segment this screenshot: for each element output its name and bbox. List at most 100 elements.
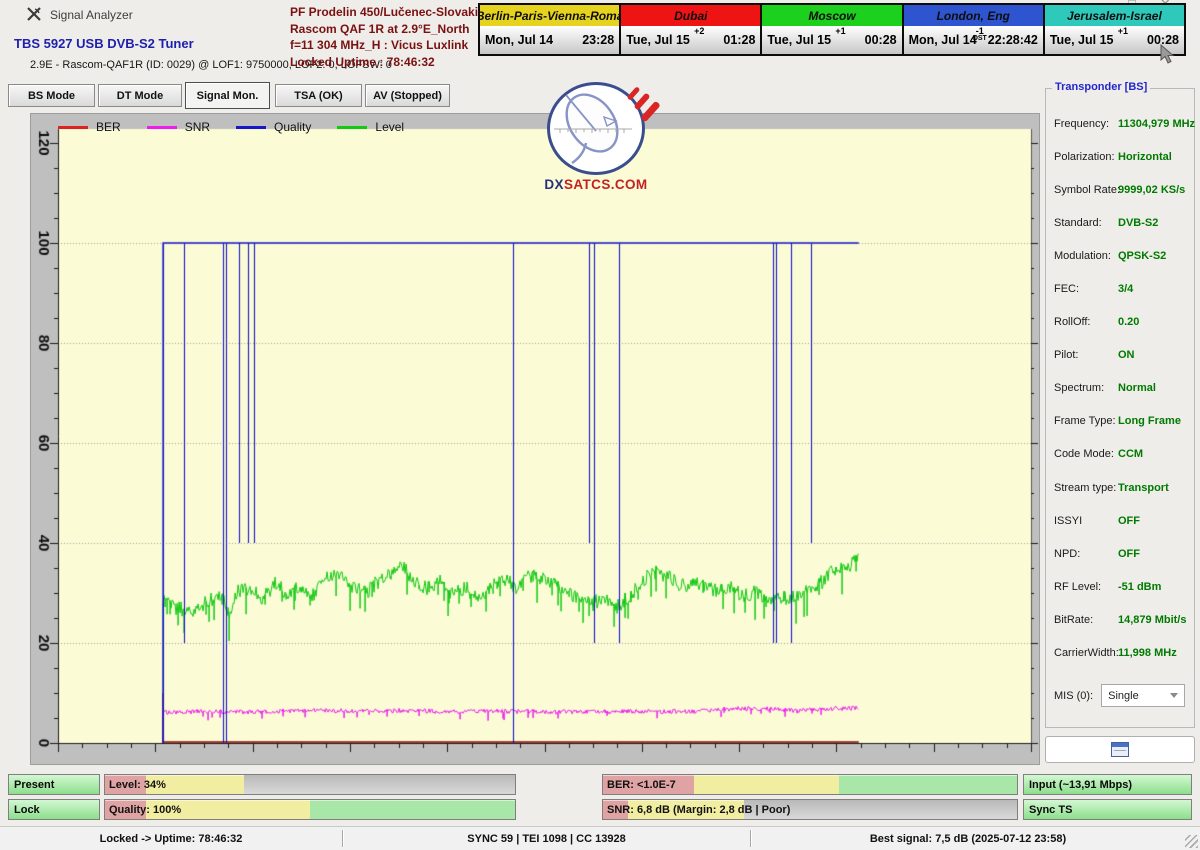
clock-utc-offset: +1 [835, 27, 845, 35]
level-progressbar-label: Level: 34% [109, 775, 166, 794]
transponder-row: Frequency: 11304,979 MHz [1054, 107, 1192, 140]
mis-label: MIS (0): [1054, 690, 1093, 702]
legend-line-swatch [58, 126, 88, 129]
window-title: Signal Analyzer [50, 8, 133, 22]
mode-tab[interactable]: TSA (OK) [275, 84, 362, 107]
transponder-row-value: 14,879 Mbit/s [1118, 614, 1186, 626]
transponder-row-label: BitRate: [1054, 614, 1118, 626]
transponder-row-value: QPSK-S2 [1118, 250, 1166, 262]
transponder-row: Stream type: Transport [1054, 471, 1192, 504]
transponder-row: Code Mode: CCM [1054, 438, 1192, 471]
legend-line-swatch [147, 126, 177, 129]
transponder-row-value: 3/4 [1118, 283, 1133, 295]
app-icon [26, 6, 42, 22]
clock-date: Tue, Jul 15 [1050, 33, 1114, 47]
clock-date: Tue, Jul 15 [626, 33, 690, 47]
clock-city: London, Eng [904, 5, 1043, 26]
signal-chart-canvas [31, 114, 1041, 766]
feed-info-line: Rascom QAF 1R at 2.9°E_North [290, 21, 485, 38]
legend-label: BER [96, 120, 121, 134]
transponder-row: CarrierWidth: 11,998 MHz [1054, 637, 1192, 670]
transponder-row-label: NPD: [1054, 548, 1118, 560]
transponder-groupbox: Transponder [BS] Frequency: 11304,979 MH… [1045, 88, 1195, 728]
mis-selected-value: Single [1108, 690, 1139, 702]
transponder-row-label: Pilot: [1054, 349, 1118, 361]
lock-indicator: Lock [8, 799, 100, 820]
transponder-row-value: Long Frame [1118, 415, 1181, 427]
snr-progressbar: SNR: 6,8 dB (Margin: 2,8 dB | Poor) [602, 799, 1018, 820]
transponder-row-label: Symbol Rate: [1054, 184, 1118, 196]
world-clocks-widget: Berlin-Paris-Vienna-Roma Mon, Jul 14 23:… [478, 3, 1186, 56]
mode-tab[interactable]: AV (Stopped) [365, 84, 450, 107]
progress-segment [310, 800, 515, 819]
legend-item: BER [58, 120, 121, 134]
transponder-row-label: Frame Type: [1054, 415, 1118, 427]
clock-cell: Dubai Tue, Jul 15 +2 01:28 [621, 5, 760, 54]
status-best-signal: Best signal: 7,5 dB (2025-07-12 23:58) [751, 827, 1185, 850]
transponder-row-label: Code Mode: [1054, 448, 1118, 460]
transponder-row-value: OFF [1118, 548, 1140, 560]
transponder-row-value: DVB-S2 [1118, 217, 1158, 229]
transponder-row-label: ISSYI [1054, 515, 1118, 527]
feed-info-line: Locked Uptime : 78:46:32 [290, 54, 485, 71]
mode-tab[interactable]: BS Mode [8, 84, 95, 107]
legend-label: Quality [274, 120, 311, 134]
ber-progressbar-label: BER: <1.0E-7 [607, 775, 676, 794]
transponder-row-label: Polarization: [1054, 151, 1118, 163]
transponder-row-label: Stream type: [1054, 482, 1118, 494]
transponder-row: FEC: 3/4 [1054, 272, 1192, 305]
transponder-row-label: Standard: [1054, 217, 1118, 229]
snr-progressbar-label: SNR: 6,8 dB (Margin: 2,8 dB | Poor) [607, 800, 790, 819]
clock-city: Berlin-Paris-Vienna-Roma [480, 5, 619, 26]
level-progressbar: Level: 34% [104, 774, 516, 795]
transponder-row: Frame Type: Long Frame [1054, 405, 1192, 438]
legend-item: SNR [147, 120, 210, 134]
mouse-cursor [1158, 44, 1178, 71]
clock-time: 01:28 [723, 33, 755, 47]
feed-info-block: PF Prodelin 450/Lučenec-Slovakia Rascom … [290, 4, 485, 70]
transponder-row: RF Level: -51 dBm [1054, 570, 1192, 603]
transponder-row: Polarization: Horizontal [1054, 140, 1192, 173]
present-indicator: Present [8, 774, 100, 795]
panel-window-button[interactable] [1045, 736, 1195, 763]
legend-line-swatch [236, 126, 266, 129]
transponder-rows: Frequency: 11304,979 MHz Polarization: H… [1054, 107, 1192, 670]
transponder-row: RollOff: 0.20 [1054, 306, 1192, 339]
window-icon [1111, 742, 1129, 757]
legend-item: Level [337, 120, 404, 134]
transponder-row: ISSYI OFF [1054, 504, 1192, 537]
transponder-row-label: Spectrum: [1054, 382, 1118, 394]
mode-tab[interactable]: DT Mode [98, 84, 182, 107]
clock-date: Mon, Jul 14 [485, 33, 553, 47]
tuner-name: TBS 5927 USB DVB-S2 Tuner [14, 36, 194, 51]
chevron-down-icon [1170, 693, 1178, 698]
transponder-row-label: CarrierWidth: [1054, 647, 1118, 659]
transponder-row-value: OFF [1118, 515, 1140, 527]
mis-select[interactable]: Single [1101, 684, 1185, 707]
signal-analyzer-window: Signal Analyzer □ ✕ TBS 5927 USB DVB-S2 … [0, 0, 1200, 850]
logo-text: DXSATCS.COM [540, 177, 652, 192]
clock-time: 22:28:42 [988, 33, 1038, 47]
transponder-row-value: 9999,02 KS/s [1118, 184, 1185, 196]
resize-grip[interactable] [1185, 835, 1198, 848]
transponder-row-label: FEC: [1054, 283, 1118, 295]
clock-body: Tue, Jul 15 +1 00:28 [762, 26, 901, 54]
clock-body: Tue, Jul 15 +2 01:28 [621, 26, 760, 54]
level-progressbar-track [105, 775, 515, 794]
clock-utc-offset: +2 [694, 27, 704, 35]
transponder-row-label: Modulation: [1054, 250, 1118, 262]
transponder-row-value: 11304,979 MHz [1118, 118, 1195, 130]
transponder-row-label: Frequency: [1054, 118, 1118, 130]
clock-cell: London, Eng Mon, Jul 14 -1 DST 22:28:42 [904, 5, 1043, 54]
clock-city: Dubai [621, 5, 760, 26]
legend-label: Level [375, 120, 404, 134]
transponder-row-value: 0.20 [1118, 316, 1139, 328]
legend-line-swatch [337, 126, 367, 129]
signal-chart-panel: BER SNR Quality Level [30, 113, 1040, 765]
status-sync-tei-cc: SYNC 59 | TEI 1098 | CC 13928 [343, 827, 750, 850]
clock-cell: Berlin-Paris-Vienna-Roma Mon, Jul 14 23:… [480, 5, 619, 54]
mode-tab[interactable]: Signal Mon. [185, 82, 270, 109]
input-bitrate-indicator: Input (~13,91 Mbps) [1023, 774, 1192, 795]
transponder-row-value: CCM [1118, 448, 1143, 460]
clock-city: Moscow [762, 5, 901, 26]
